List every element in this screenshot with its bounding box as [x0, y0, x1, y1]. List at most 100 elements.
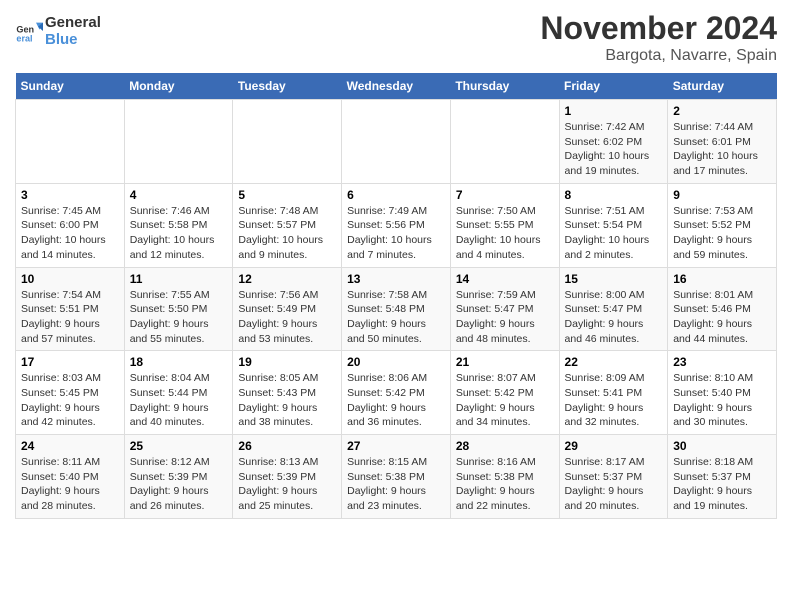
calendar-cell: 12 Sunrise: 7:56 AMSunset: 5:49 PMDayligh…	[233, 267, 342, 351]
day-number: 25	[130, 439, 228, 453]
weekday-header-tuesday: Tuesday	[233, 73, 342, 100]
calendar-cell: 19 Sunrise: 8:05 AMSunset: 5:43 PMDayligh…	[233, 351, 342, 435]
calendar-cell: 13 Sunrise: 7:58 AMSunset: 5:48 PMDayligh…	[342, 267, 451, 351]
calendar-table: SundayMondayTuesdayWednesdayThursdayFrid…	[15, 73, 777, 519]
calendar-week-row: 17 Sunrise: 8:03 AMSunset: 5:45 PMDayligh…	[16, 351, 777, 435]
day-info: Sunrise: 7:53 AMSunset: 5:52 PMDaylight:…	[673, 204, 771, 263]
weekday-header-thursday: Thursday	[450, 73, 559, 100]
day-info: Sunrise: 8:04 AMSunset: 5:44 PMDaylight:…	[130, 371, 228, 430]
day-number: 3	[21, 188, 119, 202]
day-info: Sunrise: 8:03 AMSunset: 5:45 PMDaylight:…	[21, 371, 119, 430]
day-number: 2	[673, 104, 771, 118]
day-info: Sunrise: 7:48 AMSunset: 5:57 PMDaylight:…	[238, 204, 336, 263]
day-info: Sunrise: 8:12 AMSunset: 5:39 PMDaylight:…	[130, 455, 228, 514]
day-number: 24	[21, 439, 119, 453]
calendar-week-row: 10 Sunrise: 7:54 AMSunset: 5:51 PMDayligh…	[16, 267, 777, 351]
calendar-cell: 7Sunrise: 7:50 AMSunset: 5:55 PMDaylight…	[450, 183, 559, 267]
calendar-cell: 10 Sunrise: 7:54 AMSunset: 5:51 PMDayligh…	[16, 267, 125, 351]
weekday-header-sunday: Sunday	[16, 73, 125, 100]
day-number: 8	[565, 188, 663, 202]
calendar-cell: 21 Sunrise: 8:07 AMSunset: 5:42 PMDayligh…	[450, 351, 559, 435]
day-number: 12	[238, 272, 336, 286]
day-number: 30	[673, 439, 771, 453]
calendar-cell	[233, 100, 342, 184]
calendar-cell: 22 Sunrise: 8:09 AMSunset: 5:41 PMDayligh…	[559, 351, 668, 435]
day-info: Sunrise: 7:42 AMSunset: 6:02 PMDaylight:…	[565, 120, 663, 179]
day-info: Sunrise: 7:45 AMSunset: 6:00 PMDaylight:…	[21, 204, 119, 263]
logo: Gen eral General Blue	[15, 14, 101, 48]
day-info: Sunrise: 8:13 AMSunset: 5:39 PMDaylight:…	[238, 455, 336, 514]
calendar-week-row: 3 Sunrise: 7:45 AMSunset: 6:00 PMDaylight…	[16, 183, 777, 267]
calendar-cell: 25 Sunrise: 8:12 AMSunset: 5:39 PMDayligh…	[124, 435, 233, 519]
day-number: 5	[238, 188, 336, 202]
day-number: 17	[21, 355, 119, 369]
calendar-week-row: 1Sunrise: 7:42 AMSunset: 6:02 PMDaylight…	[16, 100, 777, 184]
day-info: Sunrise: 8:09 AMSunset: 5:41 PMDaylight:…	[565, 371, 663, 430]
day-number: 10	[21, 272, 119, 286]
calendar-cell: 6 Sunrise: 7:49 AMSunset: 5:56 PMDaylight…	[342, 183, 451, 267]
day-number: 22	[565, 355, 663, 369]
calendar-cell: 17 Sunrise: 8:03 AMSunset: 5:45 PMDayligh…	[16, 351, 125, 435]
day-info: Sunrise: 7:49 AMSunset: 5:56 PMDaylight:…	[347, 204, 445, 263]
calendar-cell: 29 Sunrise: 8:17 AMSunset: 5:37 PMDayligh…	[559, 435, 668, 519]
day-number: 6	[347, 188, 445, 202]
day-number: 26	[238, 439, 336, 453]
calendar-cell: 8 Sunrise: 7:51 AMSunset: 5:54 PMDaylight…	[559, 183, 668, 267]
location-subtitle: Bargota, Navarre, Spain	[540, 47, 777, 65]
calendar-cell: 9Sunrise: 7:53 AMSunset: 5:52 PMDaylight…	[668, 183, 777, 267]
day-number: 16	[673, 272, 771, 286]
calendar-cell: 16 Sunrise: 8:01 AMSunset: 5:46 PMDayligh…	[668, 267, 777, 351]
calendar-cell: 30 Sunrise: 8:18 AMSunset: 5:37 PMDayligh…	[668, 435, 777, 519]
title-area: November 2024 Bargota, Navarre, Spain	[540, 10, 777, 65]
calendar-cell: 3 Sunrise: 7:45 AMSunset: 6:00 PMDaylight…	[16, 183, 125, 267]
calendar-cell: 20Sunrise: 8:06 AMSunset: 5:42 PMDayligh…	[342, 351, 451, 435]
day-number: 27	[347, 439, 445, 453]
day-info: Sunrise: 8:10 AMSunset: 5:40 PMDaylight:…	[673, 371, 771, 430]
day-info: Sunrise: 8:00 AMSunset: 5:47 PMDaylight:…	[565, 288, 663, 347]
day-number: 4	[130, 188, 228, 202]
day-info: Sunrise: 7:56 AMSunset: 5:49 PMDaylight:…	[238, 288, 336, 347]
day-info: Sunrise: 8:11 AMSunset: 5:40 PMDaylight:…	[21, 455, 119, 514]
svg-text:eral: eral	[16, 34, 32, 44]
day-number: 7	[456, 188, 554, 202]
month-year-title: November 2024	[540, 10, 777, 47]
day-number: 15	[565, 272, 663, 286]
day-info: Sunrise: 7:44 AMSunset: 6:01 PMDaylight:…	[673, 120, 771, 179]
day-number: 21	[456, 355, 554, 369]
day-info: Sunrise: 7:46 AMSunset: 5:58 PMDaylight:…	[130, 204, 228, 263]
calendar-cell: 5 Sunrise: 7:48 AMSunset: 5:57 PMDaylight…	[233, 183, 342, 267]
day-number: 23	[673, 355, 771, 369]
calendar-cell: 27Sunrise: 8:15 AMSunset: 5:38 PMDayligh…	[342, 435, 451, 519]
calendar-cell: 14Sunrise: 7:59 AMSunset: 5:47 PMDayligh…	[450, 267, 559, 351]
day-number: 19	[238, 355, 336, 369]
day-number: 18	[130, 355, 228, 369]
day-info: Sunrise: 8:07 AMSunset: 5:42 PMDaylight:…	[456, 371, 554, 430]
day-number: 13	[347, 272, 445, 286]
day-info: Sunrise: 8:01 AMSunset: 5:46 PMDaylight:…	[673, 288, 771, 347]
calendar-cell	[16, 100, 125, 184]
day-info: Sunrise: 8:06 AMSunset: 5:42 PMDaylight:…	[347, 371, 445, 430]
day-info: Sunrise: 8:16 AMSunset: 5:38 PMDaylight:…	[456, 455, 554, 514]
calendar-cell	[124, 100, 233, 184]
calendar-cell: 26 Sunrise: 8:13 AMSunset: 5:39 PMDayligh…	[233, 435, 342, 519]
calendar-cell	[450, 100, 559, 184]
day-info: Sunrise: 8:17 AMSunset: 5:37 PMDaylight:…	[565, 455, 663, 514]
calendar-cell: 4 Sunrise: 7:46 AMSunset: 5:58 PMDaylight…	[124, 183, 233, 267]
calendar-week-row: 24 Sunrise: 8:11 AMSunset: 5:40 PMDayligh…	[16, 435, 777, 519]
calendar-cell	[342, 100, 451, 184]
day-info: Sunrise: 7:55 AMSunset: 5:50 PMDaylight:…	[130, 288, 228, 347]
calendar-cell: 18 Sunrise: 8:04 AMSunset: 5:44 PMDayligh…	[124, 351, 233, 435]
calendar-cell: 1Sunrise: 7:42 AMSunset: 6:02 PMDaylight…	[559, 100, 668, 184]
day-info: Sunrise: 7:58 AMSunset: 5:48 PMDaylight:…	[347, 288, 445, 347]
weekday-header-row: SundayMondayTuesdayWednesdayThursdayFrid…	[16, 73, 777, 100]
day-info: Sunrise: 8:18 AMSunset: 5:37 PMDaylight:…	[673, 455, 771, 514]
header: Gen eral General Blue November 2024 Barg…	[15, 10, 777, 65]
day-info: Sunrise: 8:05 AMSunset: 5:43 PMDaylight:…	[238, 371, 336, 430]
day-info: Sunrise: 7:54 AMSunset: 5:51 PMDaylight:…	[21, 288, 119, 347]
calendar-cell: 24 Sunrise: 8:11 AMSunset: 5:40 PMDayligh…	[16, 435, 125, 519]
calendar-cell: 15 Sunrise: 8:00 AMSunset: 5:47 PMDayligh…	[559, 267, 668, 351]
calendar-cell: 28Sunrise: 8:16 AMSunset: 5:38 PMDayligh…	[450, 435, 559, 519]
day-info: Sunrise: 7:51 AMSunset: 5:54 PMDaylight:…	[565, 204, 663, 263]
day-number: 29	[565, 439, 663, 453]
calendar-cell: 11Sunrise: 7:55 AMSunset: 5:50 PMDayligh…	[124, 267, 233, 351]
